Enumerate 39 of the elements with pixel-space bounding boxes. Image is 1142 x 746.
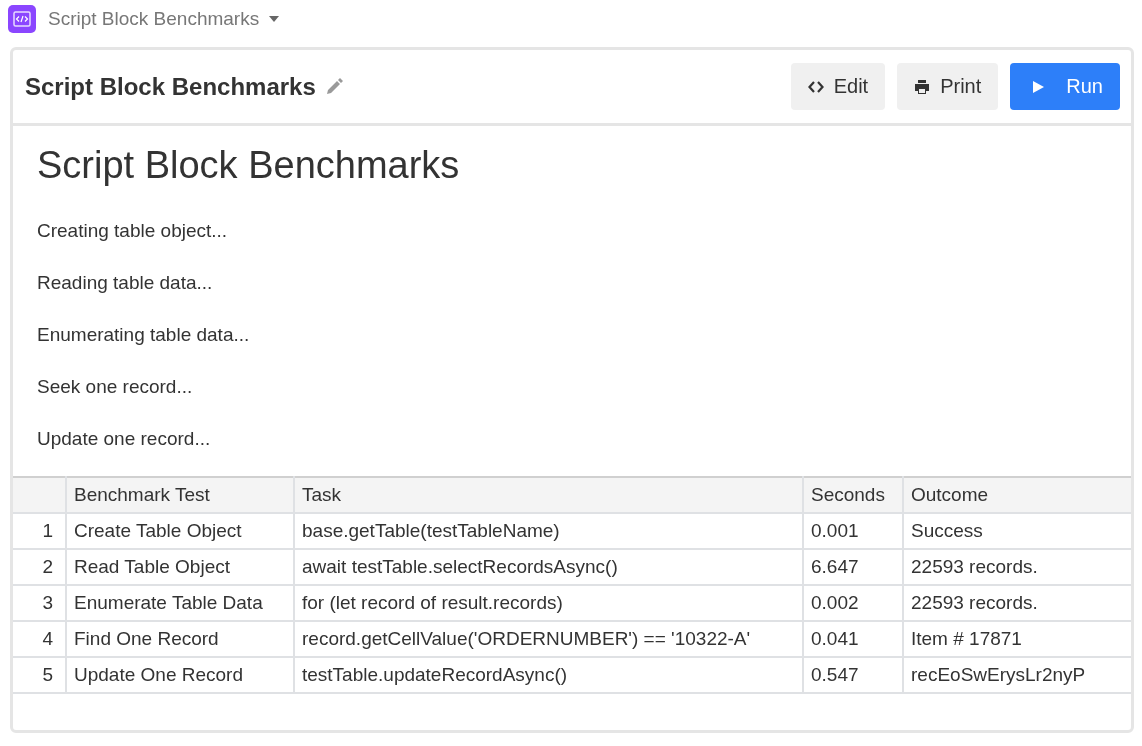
table-cell: 0.547	[803, 657, 903, 693]
edit-button[interactable]: Edit	[790, 63, 886, 110]
header-cell	[13, 477, 66, 513]
log-line: Enumerating table data...	[37, 324, 251, 346]
print-icon	[914, 78, 931, 95]
script-title: Script Block Benchmarks	[25, 72, 316, 101]
table-cell: base.getTable(testTableName)	[294, 513, 803, 549]
table-cell: Enumerate Table Data	[66, 585, 294, 621]
code-block-icon	[8, 5, 36, 33]
table-cell: 0.041	[803, 621, 903, 657]
table-cell: for (let record of result.records)	[294, 585, 803, 621]
block-title[interactable]: Script Block Benchmarks	[48, 8, 260, 30]
row-number: 2	[13, 549, 66, 585]
column-header: Outcome	[903, 477, 1131, 513]
log-line: Update one record...	[37, 428, 212, 450]
table-cell: Create Table Object	[66, 513, 294, 549]
print-button[interactable]: Print	[897, 63, 999, 110]
table-cell: Update One Record	[66, 657, 294, 693]
run-button[interactable]: Run	[1010, 63, 1120, 110]
table-cell: 6.647	[803, 549, 903, 585]
column-header: Task	[294, 477, 803, 513]
log-line: Creating table object...	[37, 220, 229, 242]
log-line: Reading table data...	[37, 272, 214, 294]
table-cell: Read Table Object	[66, 549, 294, 585]
column-header: Seconds	[803, 477, 903, 513]
table-cell: Find One Record	[66, 621, 294, 657]
table-cell: 0.002	[803, 585, 903, 621]
table-cell: record.getCellValue('ORDERNUMBER') == '10322-A'	[294, 621, 803, 657]
table-cell: 0.001	[803, 513, 903, 549]
column-header: Benchmark Test	[66, 477, 294, 513]
row-number: 3	[13, 585, 66, 621]
table-cell: await testTable.selectRecordsAsync()	[294, 549, 803, 585]
output-heading: Script Block Benchmarks	[37, 143, 461, 188]
row-number: 1	[13, 513, 66, 549]
log-line: Seek one record...	[37, 376, 194, 398]
row-number: 4	[13, 621, 66, 657]
caret-icon[interactable]	[269, 16, 280, 22]
table-cell: testTable.updateRecordAsync()	[294, 657, 803, 693]
row-number: 5	[13, 657, 66, 693]
